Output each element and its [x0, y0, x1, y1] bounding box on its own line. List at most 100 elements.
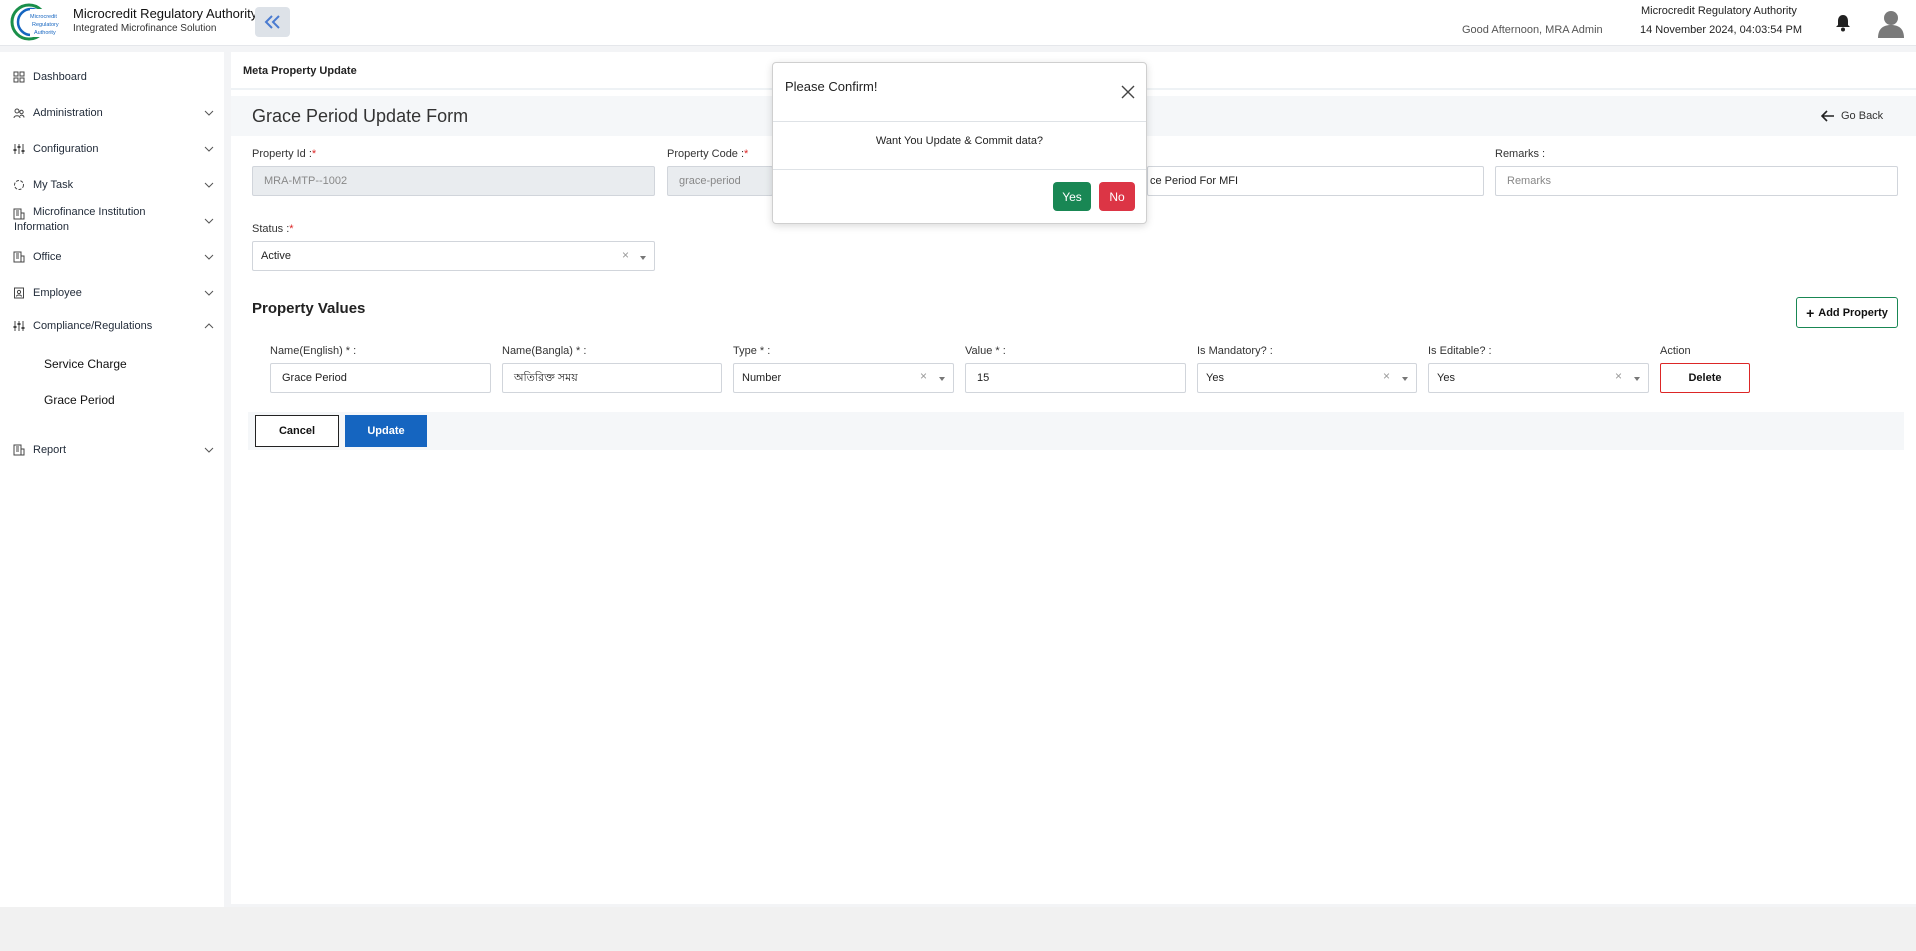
property-id-label: Property Id :* — [252, 148, 317, 160]
dialog-message: Want You Update & Commit data? — [875, 135, 1044, 147]
value-input[interactable]: 15 — [965, 363, 1186, 393]
sidebar-item-dashboard[interactable]: Dashboard — [0, 69, 224, 85]
sidebar-item-label: Microfinance Institution — [33, 206, 146, 218]
sidebar-item-my-task[interactable]: My Task — [0, 177, 224, 193]
collapse-sidebar-button[interactable] — [255, 7, 290, 37]
chevron-down-icon — [204, 110, 214, 116]
footer-strip — [0, 907, 1916, 951]
col-editable: Is Editable? : — [1428, 345, 1492, 357]
sidebar-item-label: Administration — [33, 107, 103, 119]
double-chevron-left-icon — [264, 15, 280, 29]
status-select[interactable]: Active — [252, 241, 655, 271]
building-icon — [13, 208, 25, 220]
sidebar-item-compliance[interactable]: Compliance/Regulations — [0, 318, 224, 334]
bell-icon[interactable] — [1835, 14, 1851, 32]
dashboard-icon — [13, 71, 25, 83]
sidebar-item-office[interactable]: Office — [0, 249, 224, 265]
go-back-label: Go Back — [1841, 110, 1884, 122]
type-value: Number — [742, 372, 782, 384]
plus-icon: + — [1806, 304, 1815, 321]
org-name: Microcredit Regulatory Authority — [73, 6, 258, 21]
col-action: Action — [1660, 345, 1691, 357]
chevron-down-icon — [204, 447, 214, 453]
form-actions-bar — [248, 412, 1904, 450]
sidebar-subitem-grace-period[interactable]: Grace Period — [44, 393, 115, 407]
sidebar-item-label: Office — [33, 251, 62, 263]
no-button[interactable]: No — [1099, 182, 1135, 211]
status-label: Status :* — [252, 223, 294, 235]
svg-text:Authority: Authority — [34, 30, 56, 36]
sidebar-item-mfi-information[interactable]: Microfinance Institution Information — [0, 206, 224, 236]
editable-value: Yes — [1437, 372, 1455, 384]
mra-logo: Microcredit Regulatory Authority — [10, 3, 68, 41]
sidebar-item-administration[interactable]: Administration — [0, 105, 224, 121]
close-icon[interactable] — [1121, 85, 1135, 99]
sidebar-item-report[interactable]: Report — [0, 442, 224, 458]
chevron-down-icon — [204, 254, 214, 260]
mandatory-value: Yes — [1206, 372, 1224, 384]
org-subtitle: Integrated Microfinance Solution — [73, 23, 217, 34]
chevron-down-icon — [204, 146, 214, 152]
task-icon — [14, 180, 24, 190]
col-type: Type * : — [733, 345, 771, 357]
update-button[interactable]: Update — [345, 415, 427, 447]
delete-button[interactable]: Delete — [1660, 363, 1750, 393]
chevron-down-icon — [204, 182, 214, 188]
caret-down-icon — [640, 256, 646, 260]
avatar-icon[interactable] — [1876, 8, 1906, 38]
dialog-divider — [773, 121, 1146, 122]
property-code-label: Property Code :* — [667, 148, 749, 160]
col-name-english: Name(English) * : — [270, 345, 357, 357]
header-datetime: 14 November 2024, 04:03:54 PM — [1640, 24, 1803, 36]
svg-text:Regulatory: Regulatory — [32, 22, 59, 28]
chevron-down-icon — [204, 290, 214, 296]
page-title: Grace Period Update Form — [252, 106, 469, 126]
property-code-field[interactable]: grace-period — [667, 166, 773, 196]
description-field[interactable]: ce Period For MFI — [1147, 166, 1484, 196]
users-icon — [13, 108, 25, 119]
clear-icon[interactable]: × — [622, 248, 629, 262]
add-property-button[interactable]: + Add Property — [1796, 297, 1898, 328]
go-back-button[interactable]: Go Back — [1821, 110, 1883, 122]
clear-icon[interactable]: × — [1615, 369, 1622, 383]
caret-down-icon — [1634, 377, 1640, 381]
sidebar-item-employee[interactable]: Employee — [0, 285, 224, 301]
property-id-field[interactable]: MRA-MTP--1002 — [252, 166, 655, 196]
cancel-button[interactable]: Cancel — [255, 415, 339, 447]
chevron-down-icon — [204, 218, 214, 224]
caret-down-icon — [939, 377, 945, 381]
breadcrumb: Meta Property Update — [243, 65, 357, 77]
header-org-name: Microcredit Regulatory Authority — [1641, 5, 1797, 17]
greeting-text: Good Afternoon, MRA Admin — [1462, 24, 1603, 36]
col-name-bangla: Name(Bangla) * : — [502, 345, 587, 357]
report-icon — [13, 444, 25, 456]
sliders-icon — [13, 144, 25, 154]
dialog-title: Please Confirm! — [785, 79, 878, 94]
sidebar-item-label: Employee — [33, 287, 82, 299]
chevron-up-icon — [204, 323, 214, 329]
sidebar-item-configuration[interactable]: Configuration — [0, 141, 224, 157]
sidebar-subitem-service-charge[interactable]: Service Charge — [44, 357, 127, 371]
sidebar-item-label: My Task — [33, 179, 74, 191]
name-bangla-input[interactable]: অতিরিক্ত সময় — [502, 363, 722, 393]
section-title: Property Values — [252, 300, 366, 317]
svg-text:Microcredit: Microcredit — [30, 14, 57, 20]
clear-icon[interactable]: × — [1383, 369, 1390, 383]
remarks-label: Remarks : — [1495, 148, 1546, 160]
add-property-label: Add Property — [1818, 306, 1888, 319]
status-value: Active — [261, 250, 291, 262]
top-header: Microcredit Regulatory Authority Microcr… — [0, 0, 1916, 46]
sliders-icon — [13, 321, 25, 331]
col-value: Value * : — [965, 345, 1006, 357]
dialog-divider — [773, 169, 1146, 170]
confirm-dialog: Please Confirm! Want You Update & Commit… — [772, 62, 1147, 224]
clear-icon[interactable]: × — [920, 369, 927, 383]
sidebar-item-label: Configuration — [33, 143, 99, 155]
sidebar-item-label: Report — [33, 444, 67, 456]
sidebar-item-label: Compliance/Regulations — [33, 320, 153, 332]
remarks-field[interactable]: Remarks — [1495, 166, 1898, 196]
yes-button[interactable]: Yes — [1053, 182, 1091, 211]
employee-icon — [14, 287, 24, 299]
caret-down-icon — [1402, 377, 1408, 381]
name-english-input[interactable]: Grace Period — [270, 363, 491, 393]
